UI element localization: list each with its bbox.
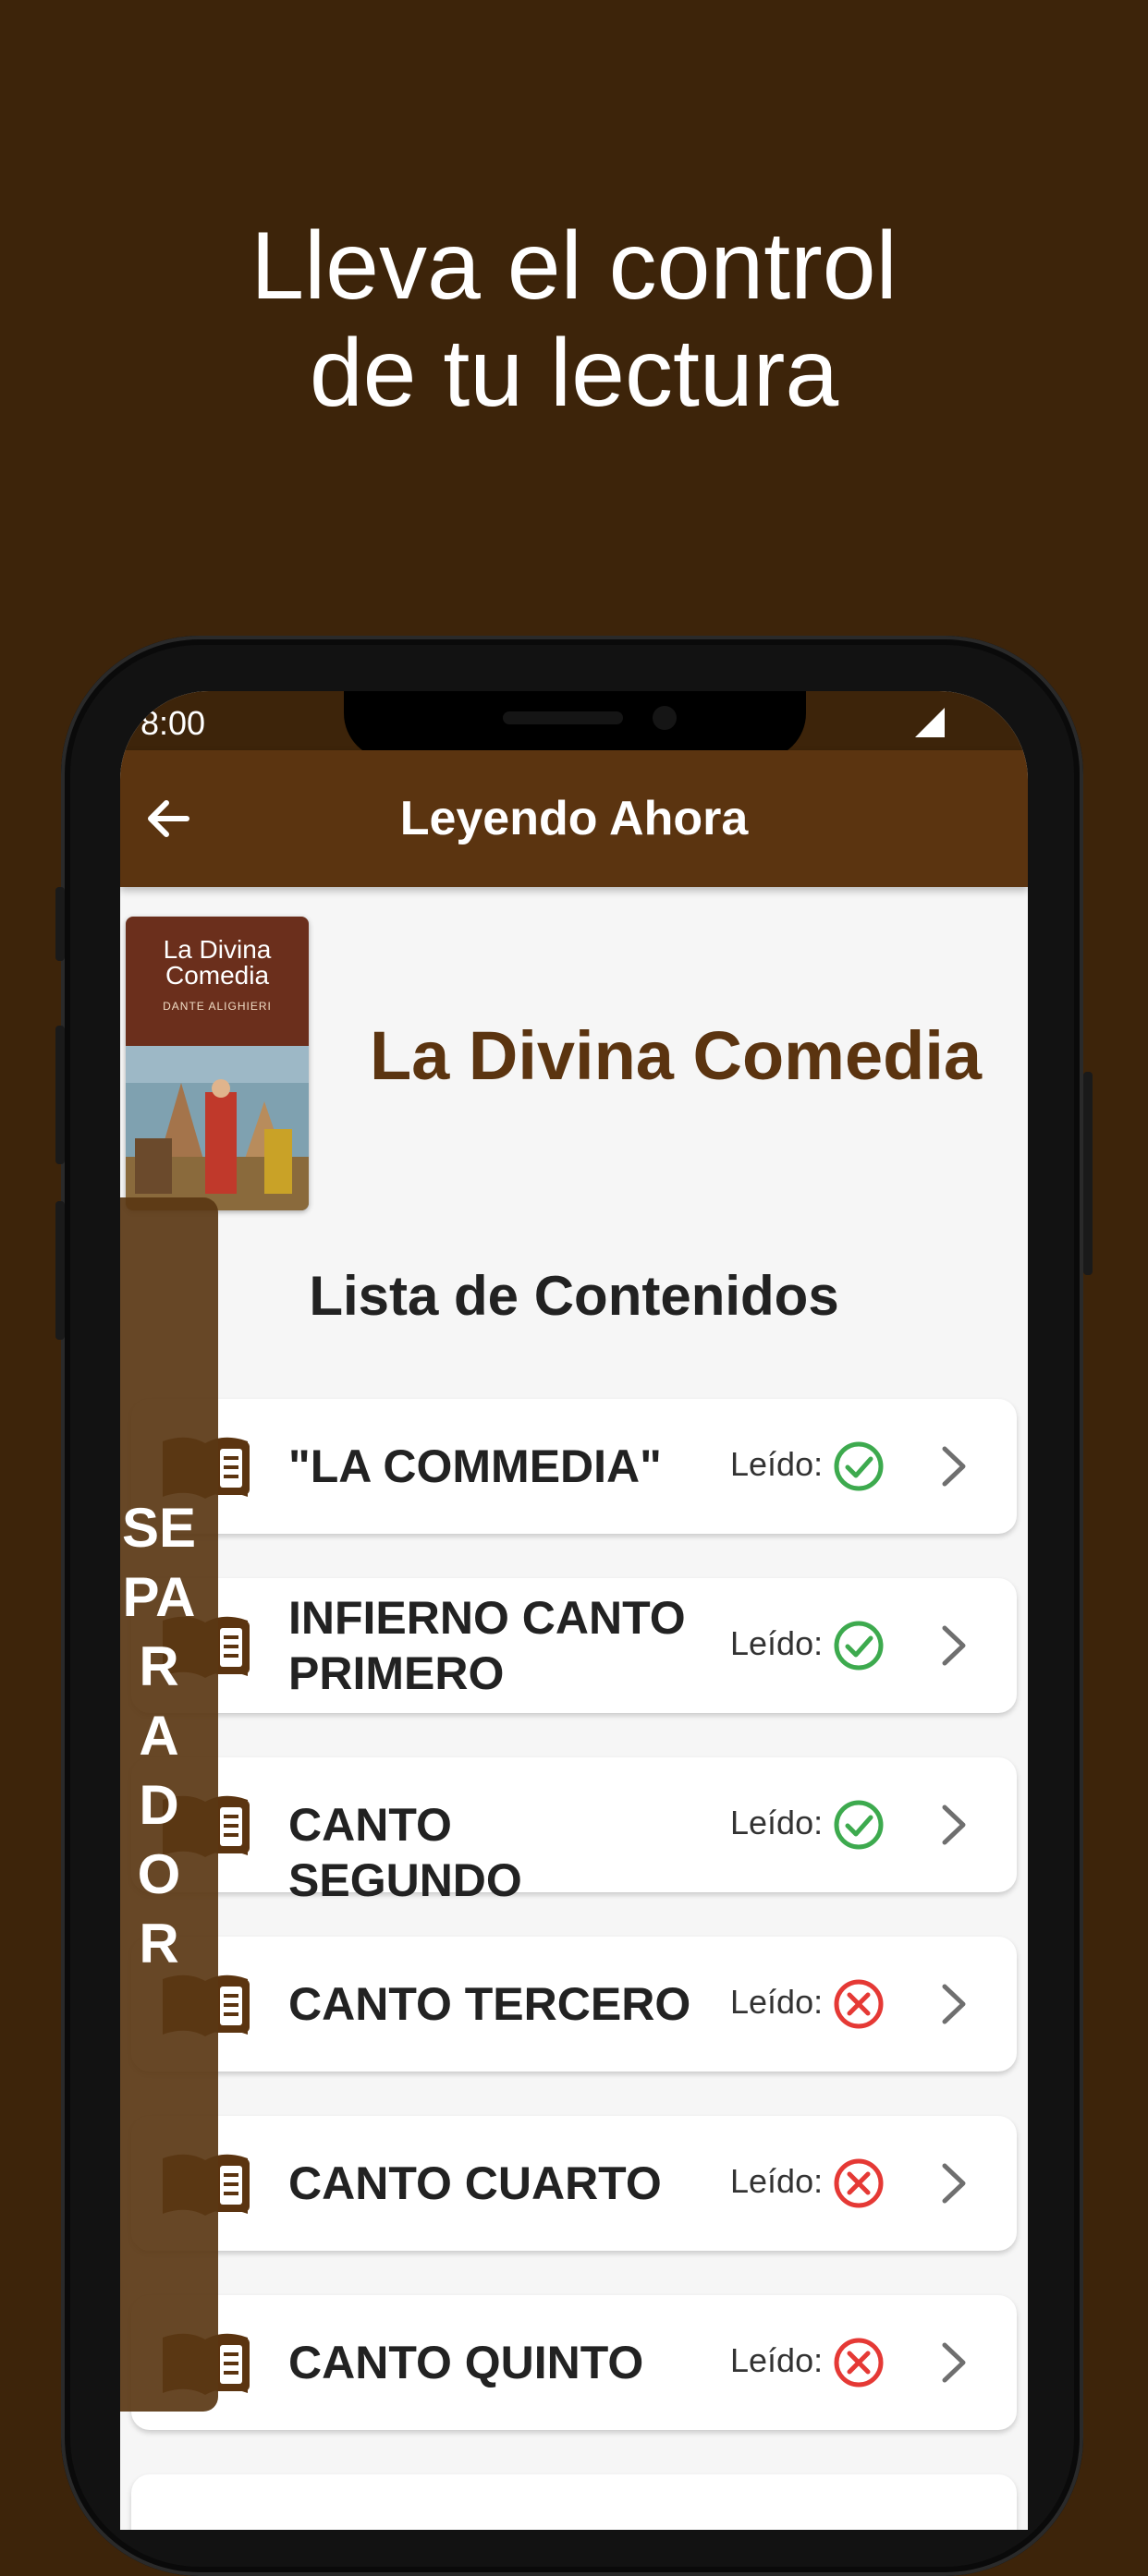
cover-title-line-1: La Divina [163,935,272,964]
front-camera [653,706,677,730]
check-circle-icon [834,1441,884,1491]
phone-side-button [55,887,65,961]
cover-title: La Divina Comedia [126,937,309,989]
content-item-label: CANTO TERCERO [288,1978,691,2030]
content-list-item[interactable] [131,2474,1017,2530]
chevron-right-icon[interactable] [928,2338,978,2388]
content-item-label: CANTO SEGUNDO [288,1799,522,1906]
check-circle-icon [834,1621,884,1671]
chevron-right-icon[interactable] [928,1621,978,1671]
read-label: Leído: [730,1804,824,1841]
signal-icon [915,708,945,737]
check-circle-icon [834,1800,884,1850]
read-label: Leído: [730,1624,824,1662]
read-label: Leído: [730,1445,824,1483]
read-label: Leído: [730,2341,824,2379]
app-bar: Leyendo Ahora [120,750,1028,887]
promo-headline: Lleva el control de tu lectura [0,213,1148,427]
app-bar-title: Leyendo Ahora [399,792,749,845]
phone-screen: 8:00 Leyendo Ahora La Divina Comedia DAN… [120,691,1028,2530]
x-circle-icon [834,1979,884,2029]
read-label: Leído: [730,1983,824,2021]
content-item-label: CANTO CUARTO [288,2157,662,2209]
content-list-item[interactable]: "LA COMMEDIA" Leído: [131,1399,1017,1534]
cover-author: DANTE ALIGHIERI [163,1000,272,1013]
chevron-right-icon[interactable] [928,1979,978,2029]
phone-side-button [55,1026,65,1164]
read-label: Leído: [730,2162,824,2200]
content-list-item[interactable]: CANTO TERCERO Leído: [131,1937,1017,2072]
content-item-label: CANTO QUINTO [288,2337,644,2388]
x-circle-icon [834,2158,884,2208]
x-circle-icon [834,2338,884,2388]
status-time: 8:00 [140,704,206,742]
book-cover: La Divina Comedia DANTE ALIGHIERI [126,917,309,1210]
chevron-right-icon[interactable] [928,2158,978,2208]
content-item-label: "LA COMMEDIA" [288,1440,662,1492]
cover-painting [126,1046,309,1210]
book-title: La Divina Comedia [369,1017,983,1094]
phone-notch [344,691,806,759]
cover-title-line-2: Comedia [165,961,270,990]
content-list-item[interactable]: CANTO CUARTO Leído: [131,2116,1017,2251]
promo-line-2: de tu lectura [309,320,839,427]
chevron-right-icon[interactable] [928,1441,978,1491]
promo-line-1: Lleva el control [250,213,898,320]
chevron-right-icon[interactable] [928,1800,978,1850]
content-list-item[interactable]: CANTO QUINTO Leído: [131,2295,1017,2430]
bookmark-tab[interactable]: SEPARADOR [120,1197,218,2412]
content-list-item[interactable]: INFIERNO CANTO PRIMERO Leído: [131,1578,1017,1713]
speaker [503,711,623,724]
phone-side-button [55,1201,65,1340]
contents-heading: Lista de Contenidos [309,1265,839,1327]
content-list-item[interactable]: CANTO SEGUNDO Leído: [131,1757,1017,1906]
content-item-label: INFIERNO CANTO PRIMERO [288,1592,686,1699]
bookmark-label: SEPARADOR [121,1497,197,1975]
phone-side-button [1083,1072,1093,1275]
